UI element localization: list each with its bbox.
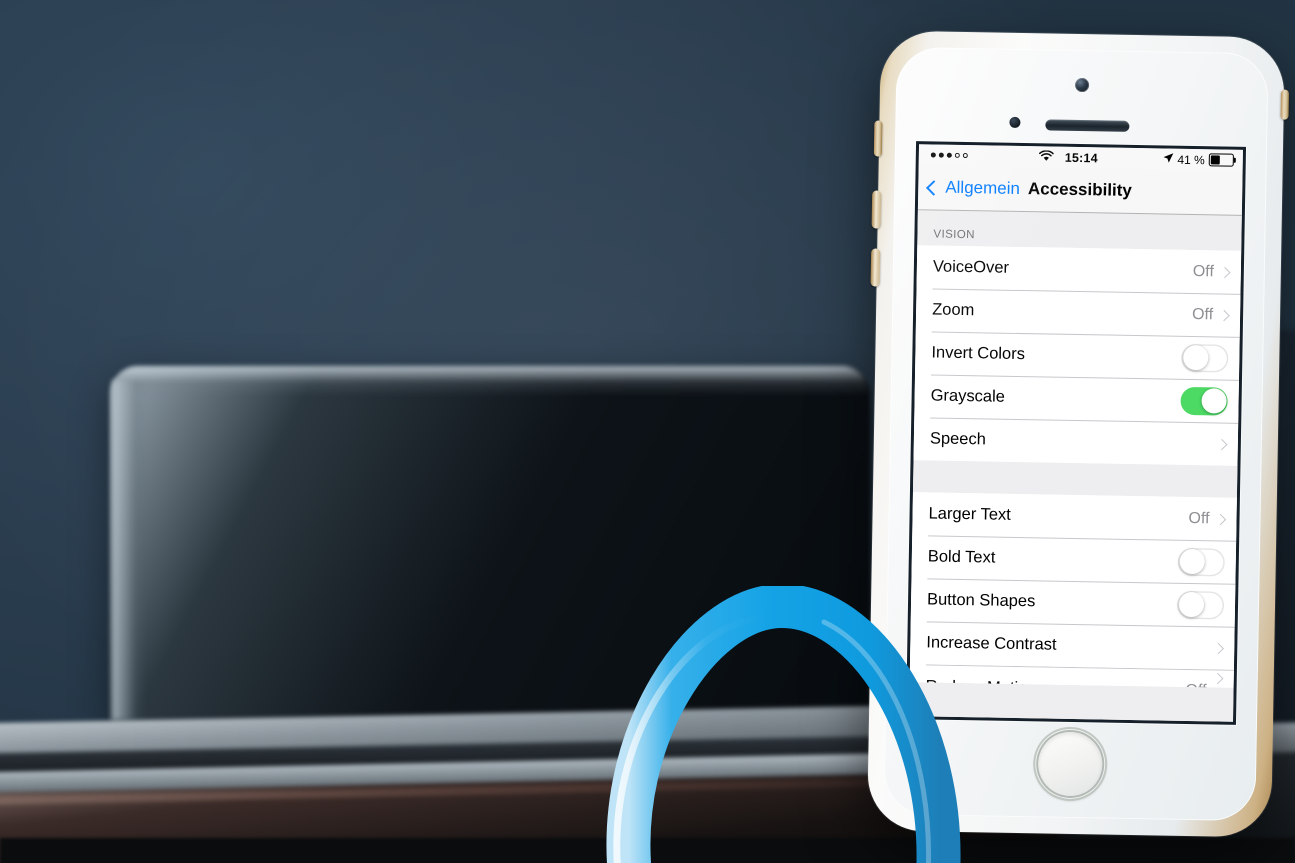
status-time: 15:14 — [1064, 150, 1098, 165]
row-label: Bold Text — [927, 547, 996, 567]
row-label: Invert Colors — [931, 343, 1026, 364]
row-label: Grayscale — [930, 386, 1006, 406]
chevron-right-icon — [1214, 513, 1227, 525]
row-grayscale[interactable]: Grayscale — [914, 374, 1239, 423]
row-accessory: Off — [1188, 509, 1227, 528]
toggle-bold-text[interactable] — [1177, 547, 1226, 577]
row-value: Off — [1188, 509, 1210, 527]
chevron-right-icon — [1218, 309, 1230, 321]
row-value: Off — [1192, 262, 1215, 280]
volume-up-button[interactable] — [871, 190, 882, 229]
chevron-right-icon — [1219, 266, 1231, 278]
row-accessory: Off — [1191, 305, 1230, 325]
row-label: Reduce Motion — [925, 677, 1037, 688]
back-button[interactable]: Allgemein — [926, 177, 1021, 199]
row-label: Button Shapes — [926, 590, 1036, 611]
row-value: Off — [1185, 682, 1206, 688]
settings-group-text: Larger Text Off Bold Text Button Shapes — [909, 492, 1237, 688]
toggle-button-shapes[interactable] — [1176, 590, 1225, 620]
row-label: Zoom — [931, 300, 975, 320]
row-label: Larger Text — [928, 504, 1011, 524]
row-accessory: Off — [1185, 669, 1224, 688]
row-label: VoiceOver — [932, 257, 1010, 277]
row-increase-contrast[interactable]: Increase Contrast — [909, 621, 1235, 670]
row-invert-colors[interactable]: Invert Colors — [915, 331, 1240, 380]
row-accessory — [1212, 642, 1224, 654]
chevron-right-icon — [1212, 672, 1224, 685]
home-button[interactable] — [1037, 731, 1103, 797]
page-title: Accessibility — [1027, 179, 1133, 200]
section-header-vision: VISION — [917, 210, 1242, 251]
row-speech[interactable]: Speech — [913, 417, 1239, 466]
row-value: Off — [1191, 305, 1214, 323]
laptop-left-edge — [112, 380, 146, 720]
earpiece-speaker-icon — [1045, 119, 1130, 132]
scene: 15:14 41 % Allgemein Accessibility VISIO… — [0, 0, 1295, 863]
mute-switch[interactable] — [873, 120, 883, 157]
battery-icon — [1208, 153, 1234, 167]
row-label: Increase Contrast — [926, 633, 1057, 654]
toggle-invert-colors[interactable] — [1181, 343, 1229, 373]
wifi-icon — [1039, 150, 1054, 164]
row-zoom[interactable]: Zoom Off — [915, 288, 1241, 337]
navigation-bar: Allgemein Accessibility — [917, 165, 1243, 216]
settings-list[interactable]: VISION VoiceOver Off Zoom Off Invert Col… — [909, 210, 1242, 722]
settings-group-vision: VoiceOver Off Zoom Off Invert Colors Gra… — [913, 245, 1242, 466]
row-accessory: Off — [1192, 262, 1231, 282]
floor-shadow — [0, 838, 1295, 863]
iphone-device: 15:14 41 % Allgemein Accessibility VISIO… — [867, 30, 1290, 838]
row-accessory — [1216, 438, 1228, 450]
row-voiceover[interactable]: VoiceOver Off — [916, 245, 1242, 294]
row-label: Speech — [929, 429, 987, 449]
row-larger-text[interactable]: Larger Text Off — [912, 492, 1237, 541]
battery-percent-label: 41 % — [1177, 152, 1205, 167]
chevron-right-icon — [1212, 642, 1224, 654]
back-button-label: Allgemein — [945, 177, 1021, 198]
chevron-left-icon — [926, 179, 942, 196]
toggle-grayscale[interactable] — [1180, 386, 1228, 416]
carrier-signal-dots — [930, 152, 968, 158]
laptop-top-edge — [112, 366, 868, 396]
power-button[interactable] — [1280, 89, 1290, 120]
chevron-right-icon — [1216, 438, 1228, 450]
row-bold-text[interactable]: Bold Text — [911, 535, 1237, 584]
row-button-shapes[interactable]: Button Shapes — [910, 578, 1236, 627]
volume-down-button[interactable] — [870, 248, 881, 287]
phone-screen: 15:14 41 % Allgemein Accessibility VISIO… — [909, 144, 1243, 722]
location-arrow-icon — [1162, 152, 1173, 166]
status-right-cluster: 41 % — [1162, 152, 1234, 167]
background-laptop — [110, 368, 870, 728]
